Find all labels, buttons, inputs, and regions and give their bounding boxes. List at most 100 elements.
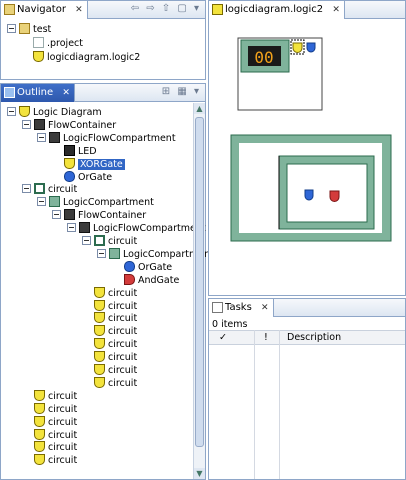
close-icon[interactable]: ✕: [62, 88, 70, 98]
tasks-tab-label: Tasks: [225, 302, 252, 313]
column-priority[interactable]: !: [264, 332, 268, 343]
gate-icon: [94, 312, 105, 324]
gate-icon: [19, 106, 30, 117]
column-description[interactable]: Description: [287, 332, 341, 343]
outline-tree-item-label: LogicFlowCompartment: [93, 223, 206, 235]
scroll-up-arrow[interactable]: ▲: [194, 103, 205, 114]
flow-container-icon: [49, 131, 60, 143]
logic-file-icon: [212, 4, 223, 15]
collapse-icon[interactable]: [82, 236, 91, 245]
outline-tree-item[interactable]: circuit: [82, 299, 137, 313]
collapse-icon[interactable]: [97, 248, 106, 258]
tasks-tab[interactable]: Tasks ✕: [209, 299, 274, 317]
tree-item[interactable]: .project: [33, 37, 83, 50]
gate-icon: [34, 402, 45, 414]
outline-tree-item[interactable]: circuit: [22, 441, 77, 454]
outline-tree-item-label: circuit: [48, 416, 78, 428]
outline-tree-item[interactable]: circuit: [82, 338, 137, 351]
outline-tree-item-label: AndGate: [138, 274, 180, 286]
outline-tree-item[interactable]: LogicFlowCompartment: [37, 131, 176, 145]
outline-toolbar[interactable]: ⊞ ▦ ▾: [162, 86, 201, 97]
navigator-tabbar: Navigator ✕ ⇦ ⇨ ⇧ ▢ ▾: [1, 1, 205, 19]
outline-tree-item[interactable]: LogicFlowCompartment: [67, 222, 206, 235]
close-icon[interactable]: ✕: [261, 303, 269, 313]
outline-tree-item-label: circuit: [108, 352, 138, 364]
column-divider: [279, 330, 280, 479]
tree-item[interactable]: test: [7, 23, 51, 36]
editor-view: logicdiagram.logic2 ✕ 00: [208, 0, 406, 296]
and-gate-inner[interactable]: [329, 190, 340, 202]
flow-container-icon: [34, 118, 45, 130]
outline-tree-item[interactable]: Logic Diagram: [7, 106, 102, 119]
gate-icon: [34, 428, 45, 440]
tasks-view: Tasks ✕ 0 items ✓ ! Description: [208, 298, 406, 480]
outline-tree-item[interactable]: circuit: [82, 235, 137, 248]
outline-tree-item[interactable]: circuit: [82, 376, 137, 390]
outline-tree-item[interactable]: circuit: [82, 364, 137, 377]
tree-item-label: logicdiagram.logic2: [47, 52, 141, 63]
outline-tree-item[interactable]: LED: [52, 144, 97, 158]
outline-tree-item-label: OrGate: [138, 261, 173, 273]
outline-tree-item-label: circuit: [48, 390, 78, 402]
xor-gate[interactable]: [292, 42, 303, 53]
outline-tree-item[interactable]: OrGate: [112, 260, 173, 274]
outline-tree-item[interactable]: LogicCompartment: [37, 196, 154, 209]
collapse-icon[interactable]: [67, 223, 76, 233]
outline-tab-label: Outline: [17, 87, 54, 98]
outline-tree-item[interactable]: circuit: [82, 351, 137, 364]
outline-tree-item[interactable]: circuit: [22, 183, 77, 196]
outline-tree-item[interactable]: AndGate: [112, 273, 180, 287]
collapse-icon[interactable]: [22, 119, 31, 129]
collapse-icon[interactable]: [37, 132, 46, 142]
outline-tree-item-label: circuit: [48, 442, 78, 454]
outline-tree-item[interactable]: circuit: [22, 389, 78, 403]
navigator-tab-label: Navigator: [17, 4, 66, 15]
outline-tab[interactable]: Outline ✕: [1, 84, 75, 102]
outline-tree-item[interactable]: FlowContainer: [52, 209, 146, 222]
flow-container-icon: [79, 222, 90, 234]
gate-icon: [34, 389, 45, 401]
outline-scrollbar[interactable]: ▲ ▼: [193, 103, 205, 479]
collapse-icon[interactable]: [22, 184, 31, 194]
outline-tree-item[interactable]: circuit: [82, 325, 137, 338]
outline-tree-item[interactable]: circuit: [22, 454, 77, 467]
outline-tree-item[interactable]: circuit: [82, 312, 137, 325]
editor-tab-label: logicdiagram.logic2: [225, 4, 324, 15]
navigator-toolbar[interactable]: ⇦ ⇨ ⇧ ▢ ▾: [131, 3, 201, 14]
outline-tabbar: Outline ✕ ⊞ ▦ ▾: [1, 84, 205, 102]
diagram-canvas[interactable]: 00: [209, 20, 405, 296]
gate-icon: [94, 286, 105, 298]
collapse-icon[interactable]: [7, 107, 16, 116]
file-icon: [33, 37, 44, 48]
flow-container-icon: [64, 209, 75, 221]
outline-tree-item[interactable]: circuit: [22, 428, 77, 442]
or-gate-inner[interactable]: [304, 189, 314, 201]
collapse-icon[interactable]: [52, 210, 61, 220]
and-gate-icon: [124, 273, 135, 285]
column-completed[interactable]: ✓: [219, 332, 227, 343]
collapse-icon[interactable]: [7, 24, 16, 33]
outline-tree-item[interactable]: FlowContainer: [22, 118, 116, 132]
editor-tab[interactable]: logicdiagram.logic2 ✕: [209, 1, 345, 19]
or-gate[interactable]: [306, 42, 316, 53]
close-icon[interactable]: ✕: [332, 5, 340, 15]
navigator-tab[interactable]: Navigator ✕: [1, 1, 88, 19]
outline-tree-item-label: FlowContainer: [78, 210, 147, 222]
outline-tree-item[interactable]: OrGate: [52, 170, 112, 184]
scroll-thumb[interactable]: [195, 117, 204, 447]
outline-tree-item[interactable]: XORGate: [52, 157, 125, 171]
collapse-icon[interactable]: [37, 197, 46, 207]
outline-tree-item-label: circuit: [108, 365, 138, 376]
folder-icon: [19, 23, 30, 34]
compartment-icon: [109, 247, 120, 259]
outline-tree-item[interactable]: circuit: [82, 286, 138, 300]
outline-tree-item-label: circuit: [48, 403, 78, 415]
gate-icon: [94, 364, 105, 375]
close-icon[interactable]: ✕: [75, 5, 83, 15]
inner-compartment: [286, 163, 368, 223]
scroll-down-arrow[interactable]: ▼: [194, 468, 205, 479]
outline-tree-item-label: circuit: [108, 287, 138, 299]
outline-tree-item[interactable]: circuit: [22, 402, 78, 416]
tree-item[interactable]: logicdiagram.logic2: [33, 51, 140, 64]
outline-tree-item[interactable]: circuit: [22, 415, 78, 429]
